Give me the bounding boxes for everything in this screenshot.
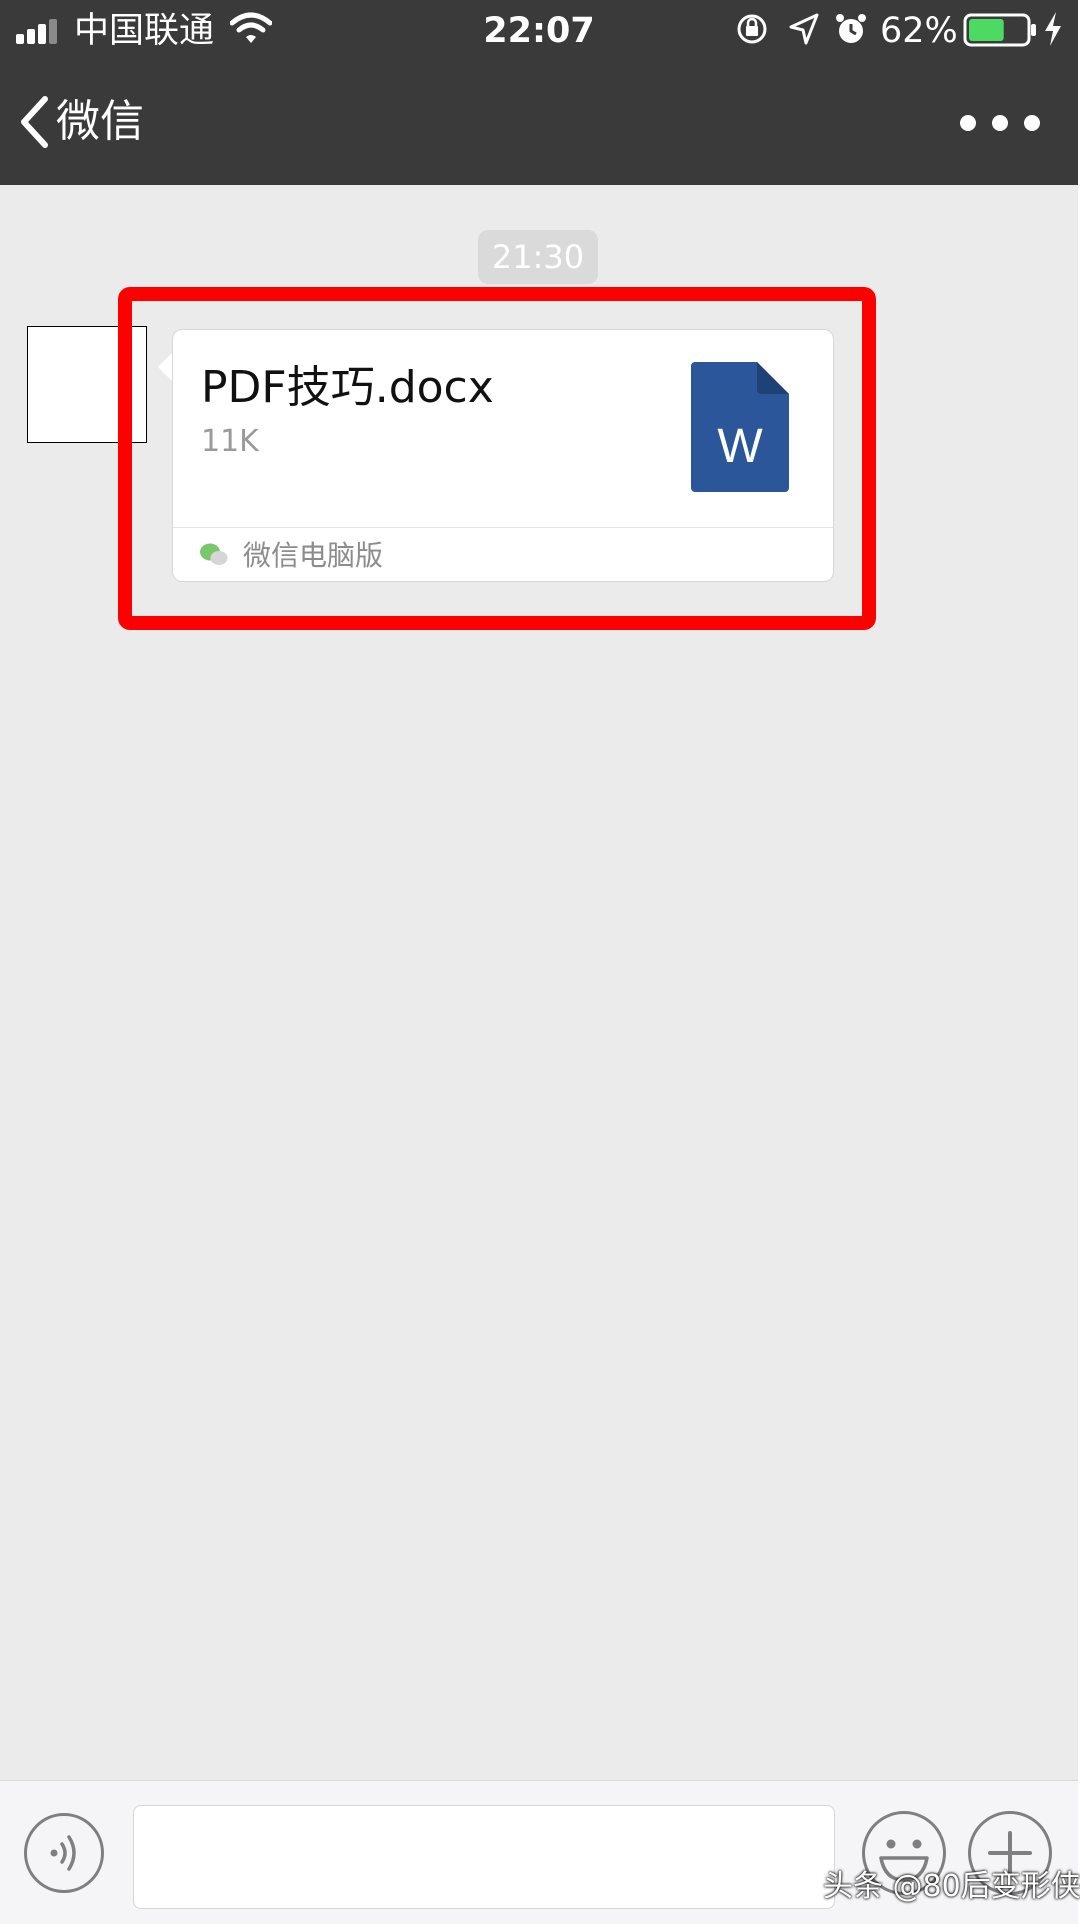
back-chevron-icon bbox=[21, 96, 48, 148]
highlight-box bbox=[118, 287, 876, 630]
alarm-icon bbox=[836, 14, 866, 43]
back-label: 微信 bbox=[56, 96, 144, 147]
voice-wave-icon bbox=[50, 1835, 76, 1871]
back-button[interactable]: 微信 bbox=[18, 82, 144, 162]
more-dot bbox=[960, 115, 976, 131]
battery-icon bbox=[963, 13, 1036, 47]
nav-bar: 微信 bbox=[0, 62, 1078, 185]
location-icon bbox=[789, 13, 819, 45]
more-dot bbox=[992, 115, 1008, 131]
status-bar: 中国联通 22:07 62% bbox=[0, 0, 1078, 62]
message-timestamp: 21:30 bbox=[478, 230, 598, 284]
charging-icon bbox=[1045, 12, 1061, 46]
voice-icon[interactable] bbox=[24, 1813, 104, 1893]
more-dot bbox=[1024, 115, 1040, 131]
rotation-lock-icon bbox=[737, 14, 767, 44]
top-bar: 中国联通 22:07 62% 微信 bbox=[0, 0, 1078, 185]
more-icon[interactable] bbox=[960, 100, 1040, 146]
watermark: 头条 @80后变形侠 bbox=[823, 1869, 1080, 1904]
message-input[interactable] bbox=[133, 1805, 835, 1909]
battery-percent: 62% bbox=[880, 11, 958, 51]
